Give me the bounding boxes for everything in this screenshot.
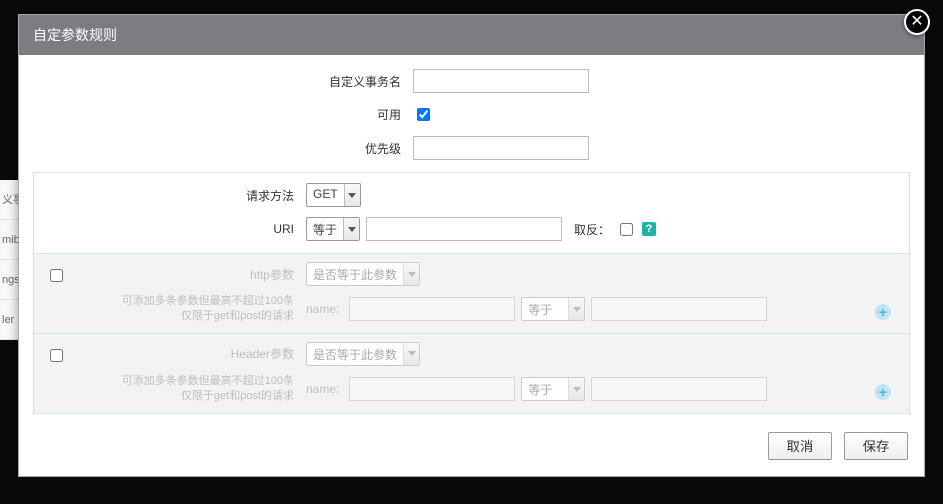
chevron-down-icon (343, 218, 359, 240)
method-select-value: GET (307, 184, 344, 206)
custom-name-label: 自定义事务名 (33, 73, 413, 90)
http-params-hint: 可添加多条参数但最高不超过100条 仅限于get和post的请求 (38, 294, 306, 325)
priority-label: 优先级 (33, 140, 413, 157)
http-param-name-label: name: (306, 302, 343, 316)
header-param-operator-select[interactable]: 等于 (521, 377, 585, 401)
uri-revert-label: 取反： (574, 221, 610, 238)
method-label: 请求方法 (38, 187, 306, 204)
header-params-mode-value: 是否等于此参数 (307, 343, 403, 365)
uri-label: URI (38, 222, 306, 236)
http-params-enable-checkbox[interactable] (50, 269, 63, 282)
add-http-param-icon[interactable]: + (875, 304, 891, 320)
header-params-section: Header参数 是否等于此参数 可添加多条参数但最高不超过100条 仅限于ge… (34, 333, 909, 413)
enabled-checkbox[interactable] (417, 108, 430, 121)
header-params-enable-checkbox[interactable] (50, 349, 63, 362)
chevron-down-icon (568, 298, 584, 320)
add-header-param-icon[interactable]: + (875, 384, 891, 400)
chevron-down-icon (344, 184, 360, 206)
help-icon[interactable]: ? (642, 222, 656, 236)
uri-operator-select[interactable]: 等于 (306, 217, 360, 241)
header-param-operator-value: 等于 (522, 378, 568, 400)
modal-footer: 取消 保存 (19, 420, 924, 476)
http-params-section: http参数 是否等于此参数 可添加多条参数但最高不超过100条 仅限于get和… (34, 253, 909, 333)
rule-section: 请求方法 GET URI 等于 (33, 172, 910, 414)
header-param-name-label: name: (306, 382, 343, 396)
header-params-label: Header参数 (38, 345, 306, 362)
custom-name-input[interactable] (413, 69, 589, 93)
http-param-operator-select[interactable]: 等于 (521, 297, 585, 321)
header-param-name-input[interactable] (349, 377, 515, 401)
http-params-mode-select[interactable]: 是否等于此参数 (306, 262, 420, 286)
modal-title: 自定参数规则 (19, 15, 924, 55)
header-params-mode-select[interactable]: 是否等于此参数 (306, 342, 420, 366)
uri-revert-checkbox[interactable] (620, 223, 633, 236)
header-params-hint: 可添加多条参数但最高不超过100条 仅限于get和post的请求 (38, 374, 306, 405)
http-params-label: http参数 (38, 266, 306, 283)
uri-value-input[interactable] (366, 217, 562, 241)
modal-body: 自定义事务名 可用 优先级 请求方法 (19, 55, 924, 420)
http-param-name-input[interactable] (349, 297, 515, 321)
method-select[interactable]: GET (306, 183, 361, 207)
uri-operator-value: 等于 (307, 218, 343, 240)
header-param-value-input[interactable] (591, 377, 767, 401)
close-icon[interactable]: ✕ (904, 9, 930, 35)
chevron-down-icon (568, 378, 584, 400)
http-param-operator-value: 等于 (522, 298, 568, 320)
enabled-label: 可用 (33, 106, 413, 123)
priority-input[interactable] (413, 136, 589, 160)
chevron-down-icon (403, 343, 419, 365)
http-param-value-input[interactable] (591, 297, 767, 321)
chevron-down-icon (403, 263, 419, 285)
save-button[interactable]: 保存 (844, 432, 908, 460)
custom-param-rule-modal: ✕ 自定参数规则 自定义事务名 可用 优先级 请求方法 (18, 14, 925, 477)
cancel-button[interactable]: 取消 (768, 432, 832, 460)
http-params-mode-value: 是否等于此参数 (307, 263, 403, 285)
